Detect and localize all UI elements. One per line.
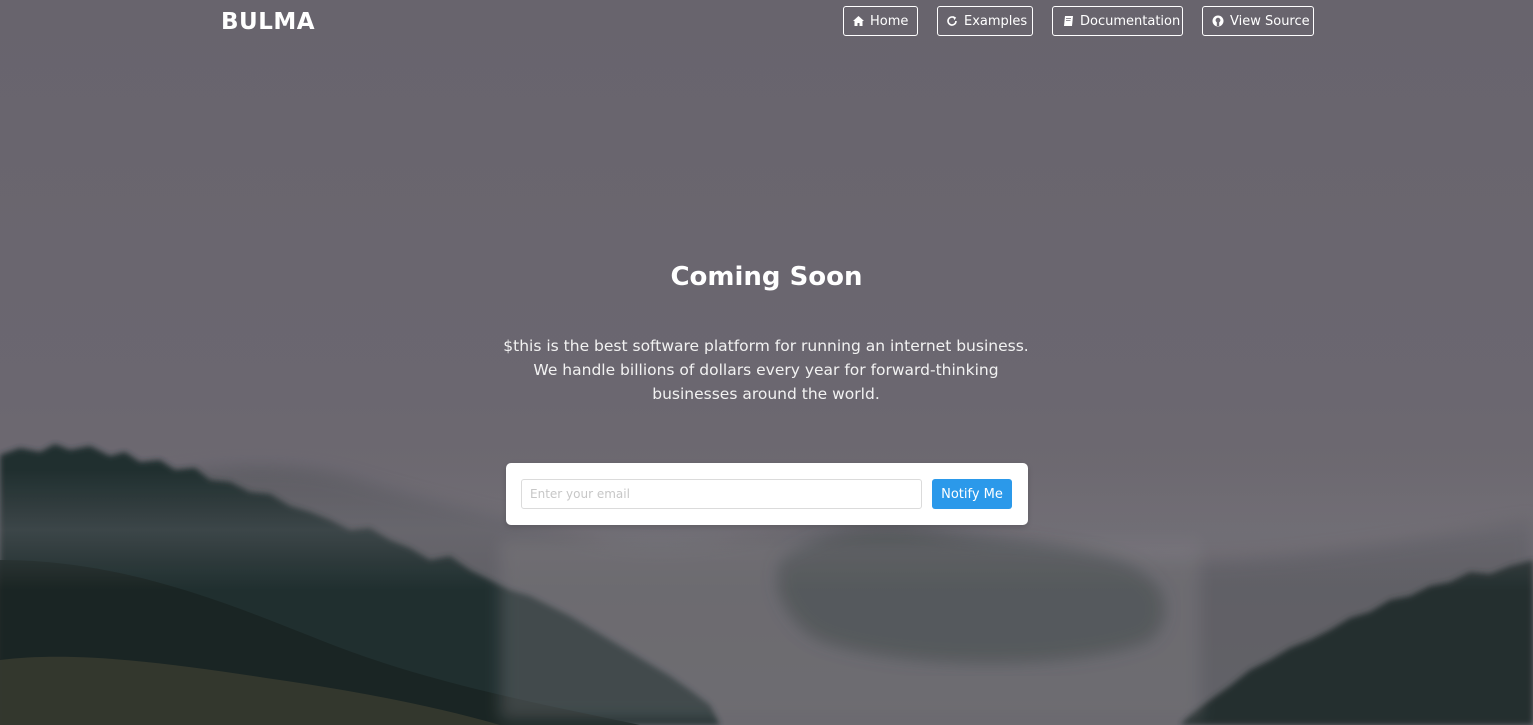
brand-logo[interactable]: BULMA: [221, 6, 315, 38]
signup-box: Notify Me: [506, 463, 1028, 525]
hero-subtitle: $this is the best software platform for …: [466, 334, 1066, 406]
home-icon: [852, 15, 864, 27]
home-button[interactable]: Home: [843, 6, 918, 36]
github-icon: [1212, 15, 1224, 27]
notify-me-button[interactable]: Notify Me: [932, 479, 1012, 509]
subtitle-line: businesses around the world.: [652, 385, 880, 403]
view-source-button[interactable]: View Source: [1202, 6, 1314, 36]
documentation-button[interactable]: Documentation: [1052, 6, 1183, 36]
home-button-label: Home: [870, 13, 909, 29]
subtitle-line: $this is the best software platform for …: [503, 337, 1029, 355]
examples-button-label: Examples: [964, 13, 1028, 29]
nav-button-group: Home Examples Documentation View Source: [843, 6, 1314, 36]
hero-section: Coming Soon $this is the best software p…: [0, 0, 1533, 725]
email-field[interactable]: [521, 479, 922, 509]
view-source-button-label: View Source: [1230, 13, 1310, 29]
subtitle-line: We handle billions of dollars every year…: [533, 361, 999, 379]
book-icon: [1062, 15, 1074, 27]
documentation-button-label: Documentation: [1080, 13, 1181, 29]
examples-button[interactable]: Examples: [937, 6, 1033, 36]
top-navbar: BULMA Home Examples Documentation View S…: [0, 0, 1533, 44]
refresh-icon: [946, 15, 958, 27]
page-title: Coming Soon: [670, 262, 863, 292]
